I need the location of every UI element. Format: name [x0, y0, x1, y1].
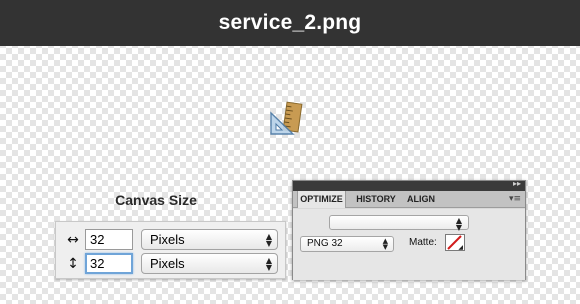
tab-history[interactable]: HISTORY	[351, 191, 401, 208]
collapse-arrows-icon[interactable]: ▸▸	[513, 179, 521, 188]
panel-menu-icon[interactable]: ▾≡	[509, 194, 521, 204]
select-arrows-icon: ▲ ▼	[265, 232, 272, 248]
height-input[interactable]: 32	[85, 253, 133, 274]
height-unit-label: Pixels	[150, 256, 185, 271]
matte-color-swatch[interactable]: ◢	[445, 234, 465, 251]
canvas-size-title: Canvas Size	[115, 192, 197, 208]
format-value: PNG 32	[307, 238, 343, 249]
width-input[interactable]: 32	[85, 229, 133, 250]
height-unit-select[interactable]: Pixels ▲ ▼	[141, 253, 278, 274]
window-title: service_2.png	[218, 11, 362, 34]
select-arrows-icon: ▲ ▼	[382, 237, 388, 251]
panel-tabs: OPTIMIZE HISTORY ALIGN ▾≡	[293, 191, 525, 208]
height-row: ↕ 32 Pixels ▲ ▼	[56, 252, 285, 276]
width-unit-label: Pixels	[150, 232, 185, 247]
canvas-size-panel: ↔ 32 Pixels ▲ ▼ ↕ 32 Pixels ▲ ▼	[55, 221, 286, 279]
width-unit-select[interactable]: Pixels ▲ ▼	[141, 229, 278, 250]
horizontal-arrows-icon: ↔	[67, 232, 79, 248]
optimize-panel: ▸▸ OPTIMIZE HISTORY ALIGN ▾≡ ▲ ▼ PNG 32 ▲…	[292, 179, 526, 280]
ruler-triangle-icon	[268, 101, 304, 137]
select-arrows-icon: ▲ ▼	[265, 256, 272, 272]
preset-select[interactable]: ▲ ▼	[329, 215, 469, 232]
tab-optimize[interactable]: OPTIMIZE	[297, 191, 346, 208]
swatch-dropdown-icon: ◢	[458, 244, 463, 251]
optimize-body: ▲ ▼ PNG 32 ▲ ▼ Matte: ◢	[293, 209, 525, 280]
width-row: ↔ 32 Pixels ▲ ▼	[56, 228, 285, 252]
panel-titlebar[interactable]: ▸▸	[293, 179, 525, 191]
select-arrows-icon: ▲ ▼	[455, 216, 462, 232]
vertical-arrows-icon: ↕	[67, 256, 79, 272]
window-titlebar: service_2.png	[0, 0, 580, 46]
tab-align[interactable]: ALIGN	[404, 191, 438, 208]
export-format-select[interactable]: PNG 32 ▲ ▼	[300, 236, 394, 252]
matte-label: Matte:	[409, 237, 437, 248]
